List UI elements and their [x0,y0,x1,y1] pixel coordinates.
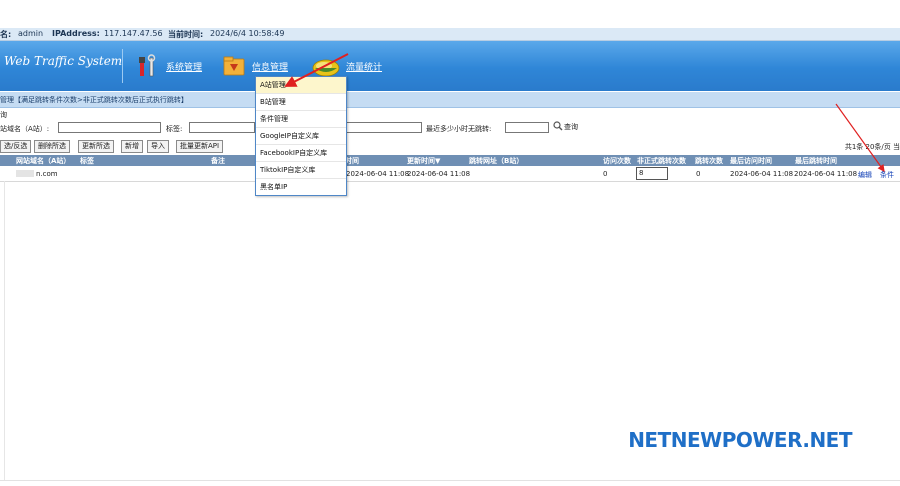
watermark-text: NETNEWPOWER.NET [628,428,852,452]
bottom-divider [0,480,900,481]
annotation-arrows [284,53,885,172]
arrow-to-a-site-menu [284,53,349,87]
arrow-to-condition-link [835,103,885,172]
